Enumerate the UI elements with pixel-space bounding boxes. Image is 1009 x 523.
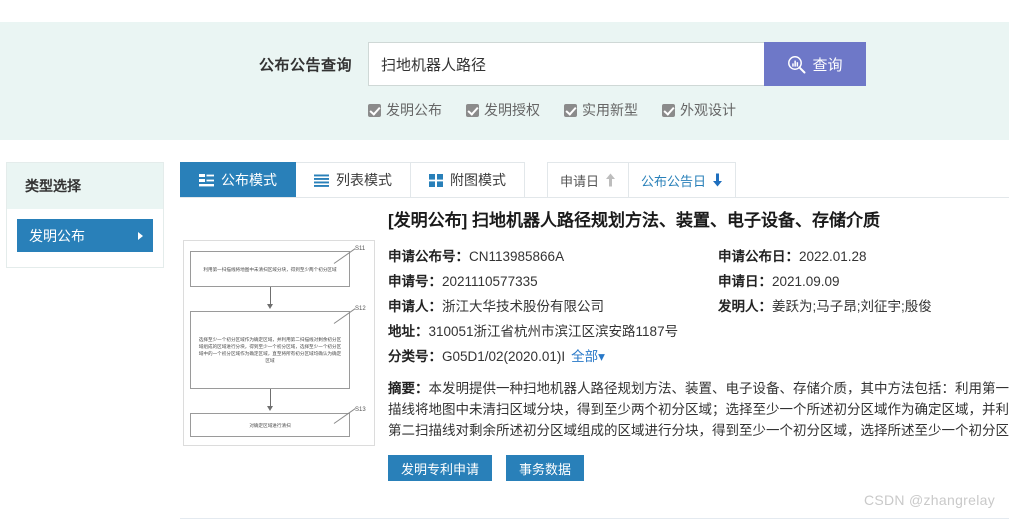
mode-tabbar: 公布模式 列表模式 附图模式 申请日 公布公告日 xyxy=(180,162,1009,198)
checkbox-checked-icon xyxy=(368,103,381,117)
field-key: 申请人： xyxy=(388,299,442,314)
tab-label: 公布模式 xyxy=(221,172,277,188)
watermark: CSDN @zhangrelay xyxy=(863,492,995,508)
checkbox-label: 发明授权 xyxy=(484,102,540,118)
sidebar-item-fmgb[interactable]: 发明公布 xyxy=(17,219,153,252)
checkbox-fmsq[interactable]: 发明授权 xyxy=(466,100,540,120)
arrow-up-icon xyxy=(605,173,616,187)
chevron-right-icon xyxy=(138,231,143,240)
sort-group: 申请日 公布公告日 xyxy=(547,162,737,198)
flow-tag-s13: S13 xyxy=(355,407,366,413)
tab-label: 列表模式 xyxy=(336,172,392,188)
checkbox-checked-icon xyxy=(662,103,675,117)
field-value: CN113985866A xyxy=(469,249,565,264)
tab-publication-mode[interactable]: 公布模式 xyxy=(180,162,296,198)
field-publication-date: 申请公布日：2022.01.28 xyxy=(718,244,1009,269)
field-value: 2021.09.09 xyxy=(772,274,840,289)
transaction-data-button[interactable]: 事务数据 xyxy=(506,455,585,481)
record-detail: [发明公布] 扫地机器人路径规划方法、装置、电子设备、存储介质 申请公布号：CN… xyxy=(380,210,1009,481)
search-button[interactable]: 查询 xyxy=(764,42,866,86)
field-address: 地址：310051浙江省杭州市滨江区滨安路1187号 xyxy=(388,319,718,344)
record-divider xyxy=(180,518,1009,519)
field-value: 2022.01.28 xyxy=(799,249,867,264)
sort-label: 申请日 xyxy=(560,173,600,189)
sidebar: 类型选择 发明公布 xyxy=(6,162,164,268)
main-panel: 公布模式 列表模式 附图模式 申请日 公布公告日 利用第一扫描线将地图中未清扫区… xyxy=(180,162,1009,523)
field-key: 地址： xyxy=(388,324,429,339)
tab-label: 附图模式 xyxy=(450,172,506,188)
checkbox-fmgb[interactable]: 发明公布 xyxy=(368,100,442,120)
ipc-expand-link[interactable]: 全部 ▾ xyxy=(571,349,605,364)
sidebar-item-label: 发明公布 xyxy=(29,227,85,244)
search-button-label: 查询 xyxy=(812,56,843,74)
checkbox-syxx[interactable]: 实用新型 xyxy=(564,100,638,120)
checkbox-label: 外观设计 xyxy=(680,102,736,118)
tab-list-mode[interactable]: 列表模式 xyxy=(296,162,411,198)
ipc-expand-label: 全部 xyxy=(571,349,599,364)
field-applicant: 申请人：浙江大华技术股份有限公司 xyxy=(388,294,718,319)
flow-tag-s12: S12 xyxy=(355,306,366,312)
sort-by-publication-date[interactable]: 公布公告日 xyxy=(629,162,737,198)
chevron-down-icon: ▾ xyxy=(598,349,605,364)
flow-step-s13: 对确定区域进行清扫 xyxy=(190,413,350,437)
checkbox-label: 实用新型 xyxy=(582,102,638,118)
flow-arrowhead xyxy=(266,406,273,411)
sidebar-header: 类型选择 xyxy=(7,163,163,209)
field-key: 申请号： xyxy=(388,274,442,289)
arrow-down-icon xyxy=(712,173,723,187)
field-key: 申请公布号： xyxy=(388,249,469,264)
search-row: 公布公告查询 查询 xyxy=(0,42,1009,86)
patent-figure-thumbnail[interactable]: 利用第一扫描线将地图中未清扫区域分块，得到至少两个初分区域 S11 选择至少一个… xyxy=(180,210,380,481)
record-title[interactable]: [发明公布] 扫地机器人路径规划方法、装置、电子设备、存储介质 xyxy=(388,210,1009,232)
page-root: 公布公告查询 查询 发明公布 xyxy=(0,0,1009,523)
search-input[interactable] xyxy=(368,42,764,86)
record-meta-grid: 申请公布号：CN113985866A 申请号：2021110577335 申请人… xyxy=(388,244,1009,369)
record-actions: 发明专利申请 事务数据 xyxy=(388,455,1009,481)
record-meta-left: 申请公布号：CN113985866A 申请号：2021110577335 申请人… xyxy=(388,244,718,369)
figure-canvas: 利用第一扫描线将地图中未清扫区域分块，得到至少两个初分区域 S11 选择至少一个… xyxy=(183,240,375,446)
abstract-key: 摘要： xyxy=(388,381,429,396)
search-label: 公布公告查询 xyxy=(258,56,352,74)
field-value: 姜跃为;马子昂;刘征宇;殷俊 xyxy=(772,299,932,314)
field-value: G05D1/02(2020.01)I xyxy=(442,349,566,364)
sort-by-application-date[interactable]: 申请日 xyxy=(547,162,630,198)
publication-mode-icon xyxy=(199,173,214,187)
field-key: 发明人： xyxy=(718,299,772,314)
abstract-text: 本发明提供一种扫地机器人路径规划方法、装置、电子设备、存储介质，其中方法包括：利… xyxy=(388,381,1009,438)
search-chart-icon xyxy=(787,55,806,74)
field-value: 浙江大华技术股份有限公司 xyxy=(442,299,604,314)
flow-step-s12: 选择至少一个初分区域作为确定区域，并利用第二扫描线对剩余初分区域组成的区域进行分… xyxy=(190,311,350,389)
flow-step-s11: 利用第一扫描线将地图中未清扫区域分块，得到至少两个初分区域 xyxy=(190,251,350,287)
field-value: 310051浙江省杭州市滨江区滨安路1187号 xyxy=(428,324,679,339)
filter-checkbox-row: 发明公布 发明授权 实用新型 外观设计 xyxy=(0,100,1009,120)
field-application-date: 申请日：2021.09.09 xyxy=(718,269,1009,294)
field-key: 申请日： xyxy=(718,274,772,289)
field-inventors: 发明人：姜跃为;马子昂;刘征宇;殷俊 xyxy=(718,294,1009,319)
checkbox-label: 发明公布 xyxy=(386,102,442,118)
list-mode-icon xyxy=(314,174,329,187)
field-key: 申请公布日： xyxy=(718,249,799,264)
record-meta-right: 申请公布日：2022.01.28 申请日：2021.09.09 发明人：姜跃为;… xyxy=(718,244,1009,369)
field-publication-number: 申请公布号：CN113985866A xyxy=(388,244,718,269)
flow-arrowhead xyxy=(266,304,273,309)
invention-application-button[interactable]: 发明专利申请 xyxy=(388,455,493,481)
field-key: 分类号： xyxy=(388,349,442,364)
checkbox-wgsj[interactable]: 外观设计 xyxy=(662,100,736,120)
record-abstract: 摘要：本发明提供一种扫地机器人路径规划方法、装置、电子设备、存储介质，其中方法包… xyxy=(388,378,1009,441)
checkbox-checked-icon xyxy=(466,103,479,117)
tabbar-underline xyxy=(180,197,1009,198)
search-band: 公布公告查询 查询 发明公布 xyxy=(0,22,1009,140)
sort-label: 公布公告日 xyxy=(641,173,707,189)
checkbox-checked-icon xyxy=(564,103,577,117)
patent-record: 利用第一扫描线将地图中未清扫区域分块，得到至少两个初分区域 S11 选择至少一个… xyxy=(180,198,1009,481)
flow-tag-s11: S11 xyxy=(355,246,366,252)
field-application-number: 申请号：2021110577335 xyxy=(388,269,718,294)
tab-figure-mode[interactable]: 附图模式 xyxy=(411,162,525,198)
field-ipc-class: 分类号：G05D1/02(2020.01)I 全部 ▾ xyxy=(388,344,718,369)
grid-mode-icon xyxy=(429,173,443,187)
field-value: 2021110577335 xyxy=(442,274,538,289)
